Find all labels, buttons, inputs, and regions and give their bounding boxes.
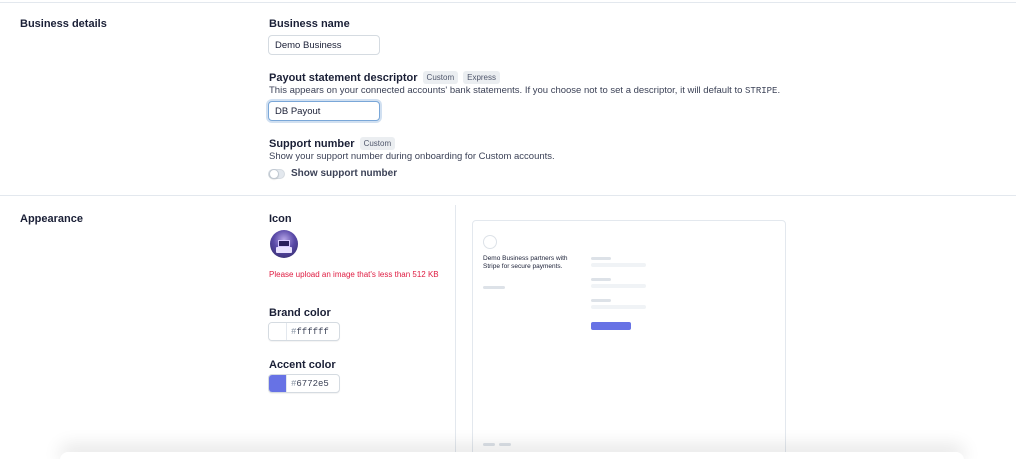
- brand-color-hex: #ffffff: [291, 326, 329, 337]
- preview-divider: [455, 205, 456, 459]
- payout-descriptor-label-text: Payout statement descriptor: [269, 71, 418, 84]
- brand-color-label-text: Brand color: [269, 307, 331, 319]
- business-icon-upload[interactable]: [270, 230, 298, 258]
- preview-field-bar: [591, 263, 646, 267]
- brand-color-label: Brand color: [269, 307, 331, 319]
- preview-field-label-bar: [591, 299, 611, 302]
- preview-field-label-bar: [591, 278, 611, 281]
- payout-descriptor-help: This appears on your connected accounts'…: [269, 85, 780, 96]
- icon-image-base: [276, 247, 292, 253]
- brand-color-swatch[interactable]: [269, 323, 287, 340]
- show-support-number-label: Show support number: [291, 168, 398, 179]
- support-number-label: Support number Custom: [269, 137, 396, 150]
- section-title-appearance: Appearance: [20, 213, 83, 225]
- preview-placeholder-bar: [483, 286, 505, 289]
- accent-color-label: Accent color: [269, 359, 336, 371]
- show-support-number-toggle[interactable]: [268, 168, 285, 179]
- tag-custom: Custom: [359, 137, 396, 150]
- preview-field-label-bar: [591, 257, 611, 260]
- business-name-input[interactable]: [268, 35, 380, 55]
- payout-descriptor-label: Payout statement descriptor Custom Expre…: [269, 71, 501, 84]
- icon-label-text: Icon: [269, 213, 292, 225]
- icon-image-screen: [278, 240, 290, 247]
- top-divider: [0, 2, 1016, 3]
- default-descriptor-value: STRIPE: [745, 86, 778, 96]
- preview-continue-button: [591, 322, 631, 330]
- accent-color-input[interactable]: #6772e5: [268, 374, 340, 393]
- accent-color-hex: #6772e5: [291, 378, 329, 389]
- payout-descriptor-help-text: This appears on your connected accounts'…: [269, 85, 746, 96]
- preview-footer-bar: [499, 443, 511, 446]
- support-number-label-text: Support number: [269, 137, 355, 150]
- support-number-help: Show your support number during onboardi…: [269, 151, 555, 162]
- accent-color-swatch[interactable]: [269, 375, 287, 392]
- tag-custom: Custom: [422, 71, 459, 84]
- payout-descriptor-help-suffix: .: [777, 85, 781, 96]
- business-name-label-text: Business name: [269, 18, 350, 30]
- show-support-number-row: Show support number: [268, 168, 397, 179]
- brand-color-input[interactable]: #ffffff: [268, 322, 340, 341]
- preview-tagline: Demo Business partners with Stripe for s…: [483, 255, 568, 270]
- icon-label: Icon: [269, 213, 292, 225]
- section-title-business-details: Business details: [20, 18, 107, 30]
- accent-color-label-text: Accent color: [269, 359, 336, 371]
- business-name-label: Business name: [269, 18, 350, 30]
- tag-express: Express: [463, 71, 501, 84]
- bottom-overlay-edge: [60, 452, 964, 459]
- icon-upload-error: Please upload an image that's less than …: [269, 270, 439, 279]
- preview-field-bar: [591, 305, 646, 309]
- toggle-knob: [269, 168, 279, 179]
- onboarding-preview: Demo Business partners with Stripe for s…: [472, 220, 786, 456]
- preview-field-bar: [591, 284, 646, 288]
- preview-footer-bar: [483, 443, 495, 446]
- payout-descriptor-input[interactable]: [268, 101, 380, 121]
- preview-logo-placeholder: [483, 235, 497, 249]
- section-divider: [0, 195, 1016, 196]
